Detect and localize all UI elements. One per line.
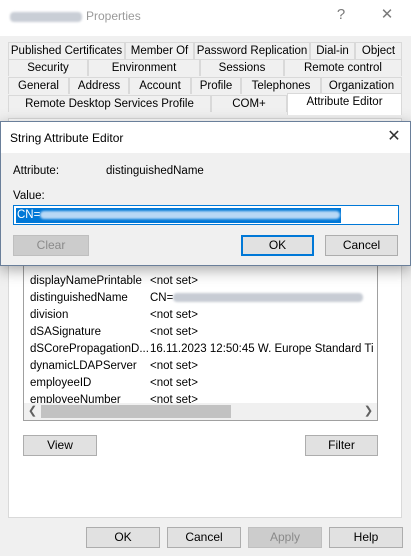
- attribute-value-text: CN=: [150, 292, 174, 304]
- tab-address[interactable]: Address: [69, 77, 129, 94]
- help-button[interactable]: Help: [329, 527, 403, 548]
- dialog-cancel-button[interactable]: Cancel: [325, 235, 398, 256]
- tab-profile[interactable]: Profile: [191, 77, 241, 94]
- attribute-value: <not set>: [150, 326, 198, 338]
- redacted-value: [40, 210, 341, 219]
- tab-remote-control[interactable]: Remote control: [284, 59, 402, 76]
- tab-dial-in[interactable]: Dial-in: [310, 42, 355, 59]
- attribute-name: displayNamePrintable: [30, 275, 142, 287]
- dialog-ok-button[interactable]: OK: [241, 235, 314, 256]
- tab-remote-desktop-services-profile[interactable]: Remote Desktop Services Profile: [8, 95, 211, 112]
- tab-telephones[interactable]: Telephones: [241, 77, 321, 94]
- tab-member-of[interactable]: Member Of: [125, 42, 194, 59]
- horizontal-scrollbar[interactable]: ❮ ❯: [24, 403, 377, 420]
- help-icon[interactable]: ?: [330, 4, 352, 26]
- attribute-name: dSASignature: [30, 326, 101, 338]
- attribute-value: <not set>: [150, 377, 198, 389]
- scroll-right-icon[interactable]: ❯: [360, 403, 377, 420]
- redacted-object-name: [10, 11, 82, 22]
- selected-value-text: CN=: [16, 208, 342, 223]
- view-button[interactable]: View: [23, 435, 97, 456]
- tab-account[interactable]: Account: [129, 77, 191, 94]
- tab-security[interactable]: Security: [8, 59, 88, 76]
- attribute-label: Attribute:: [13, 165, 60, 177]
- attribute-value: 16.11.2023 12:50:45 W. Europe Standard T…: [150, 343, 374, 355]
- value-input[interactable]: CN=: [13, 205, 399, 225]
- string-attribute-editor-dialog: String Attribute Editor ✕ Attribute: dis…: [0, 121, 411, 266]
- window-title-text: Properties: [86, 9, 141, 23]
- scroll-thumb[interactable]: [41, 405, 231, 418]
- scroll-left-icon[interactable]: ❮: [24, 403, 41, 420]
- window-title: Properties: [10, 9, 141, 23]
- attribute-name: dSCorePropagationD...: [30, 343, 148, 355]
- tab-published-certificates[interactable]: Published Certificates: [8, 42, 125, 59]
- attribute-value: CN=: [150, 290, 364, 307]
- tab-sessions[interactable]: Sessions: [200, 59, 284, 76]
- attribute-name-value: distinguishedName: [106, 165, 204, 177]
- attribute-name: division: [30, 309, 69, 321]
- cancel-button[interactable]: Cancel: [167, 527, 241, 548]
- attributes-list[interactable]: displayNamePrintable <not set> distingui…: [23, 258, 378, 421]
- attribute-name: employeeID: [30, 377, 92, 389]
- value-prefix: CN=: [17, 209, 41, 221]
- attribute-value: <not set>: [150, 360, 198, 372]
- dialog-title: String Attribute Editor: [10, 131, 124, 145]
- attribute-value: <not set>: [150, 309, 198, 321]
- ok-button[interactable]: OK: [86, 527, 160, 548]
- tab-com-plus[interactable]: COM+: [211, 95, 287, 112]
- tab-environment[interactable]: Environment: [88, 59, 200, 76]
- tab-object[interactable]: Object: [355, 42, 402, 59]
- attribute-value: <not set>: [150, 275, 198, 287]
- tab-password-replication[interactable]: Password Replication: [194, 42, 310, 59]
- clear-button[interactable]: Clear: [13, 235, 89, 256]
- apply-button[interactable]: Apply: [248, 527, 322, 548]
- attribute-name: distinguishedName: [30, 292, 128, 304]
- tab-general[interactable]: General: [8, 77, 69, 94]
- dialog-close-icon[interactable]: ✕: [383, 126, 405, 148]
- redacted-value: [173, 293, 364, 303]
- tab-organization[interactable]: Organization: [321, 77, 402, 94]
- attribute-name: dynamicLDAPServer: [30, 360, 137, 372]
- tab-attribute-editor[interactable]: Attribute Editor: [287, 93, 402, 115]
- filter-button[interactable]: Filter: [305, 435, 378, 456]
- value-label: Value:: [13, 190, 45, 202]
- close-icon[interactable]: ✕: [376, 4, 398, 26]
